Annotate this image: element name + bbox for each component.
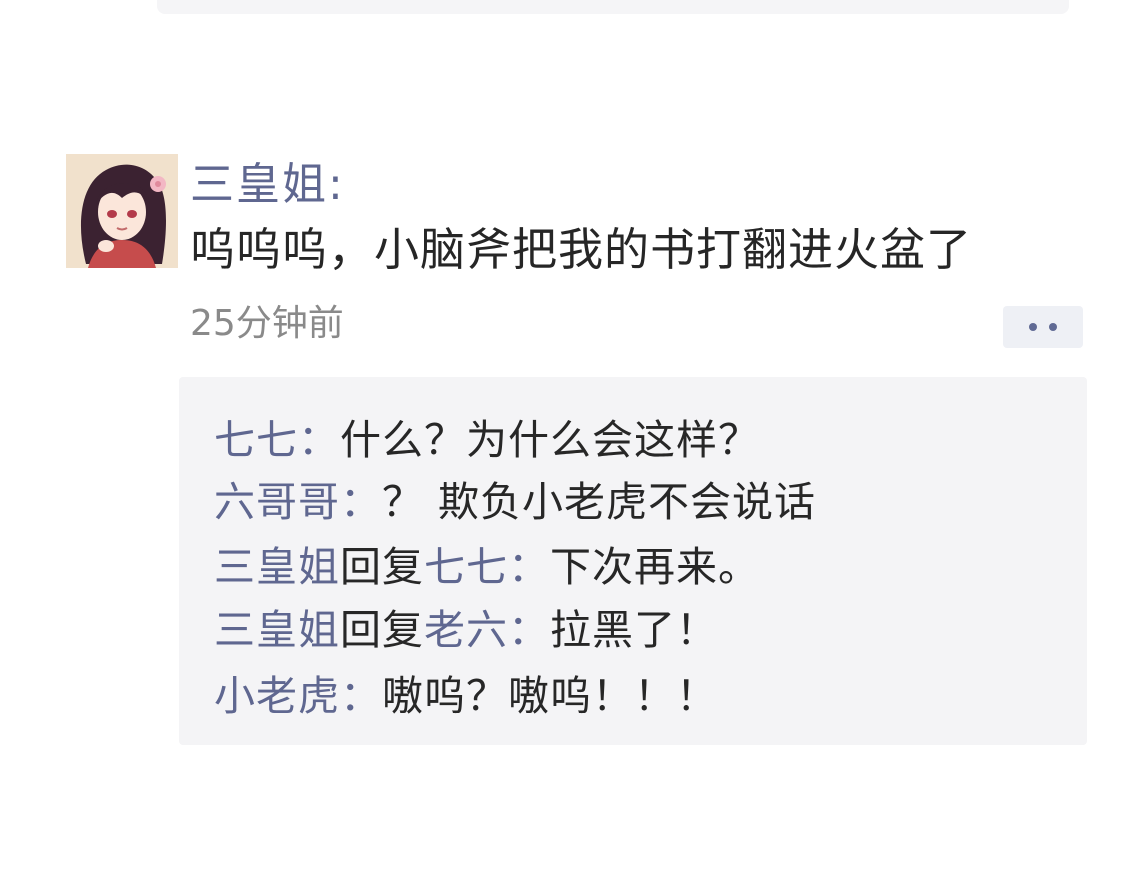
post-author-name[interactable]: 三皇姐: [190, 156, 345, 214]
comment-colon: ： [298, 416, 340, 464]
comment-text: 嗷呜？嗷呜！！！ [382, 672, 718, 720]
comment-item[interactable]: 七七：什么？为什么会这样？ [214, 414, 760, 466]
comment-item[interactable]: 小老虎：嗷呜？嗷呜！！！ [214, 670, 718, 722]
comment-author[interactable]: 三皇姐 [214, 606, 340, 654]
more-dots-icon [1029, 323, 1037, 331]
comment-colon: ： [508, 543, 550, 591]
comment-list: 七七：什么？为什么会这样？ 六哥哥：？ 欺负小老虎不会说话 三皇姐回复七七：下次… [179, 377, 1087, 745]
comment-colon: ： [508, 606, 550, 654]
more-options-button[interactable] [1003, 306, 1083, 348]
post-message: 呜呜呜，小脑斧把我的书打翻进火盆了 [190, 223, 973, 276]
anime-girl-avatar-icon [66, 154, 178, 268]
comment-item[interactable]: 六哥哥：？ 欺负小老虎不会说话 [214, 476, 816, 528]
comment-text: ？ 欺负小老虎不会说话 [382, 478, 817, 526]
comment-author[interactable]: 小老虎 [214, 672, 340, 720]
comment-text: 下次再来。 [550, 543, 760, 591]
post-timestamp: 25分钟前 [190, 303, 344, 344]
comment-colon: ： [340, 478, 382, 526]
avatar[interactable] [66, 154, 178, 268]
comment-colon: ： [340, 672, 382, 720]
more-dots-icon [1049, 323, 1057, 331]
comment-text: 拉黑了！ [550, 606, 718, 654]
comment-author[interactable]: 六哥哥 [214, 478, 340, 526]
comment-item[interactable]: 三皇姐回复老六：拉黑了！ [214, 604, 718, 656]
reply-target[interactable]: 老六 [424, 606, 508, 654]
reply-word: 回复 [340, 606, 424, 654]
previous-post-panel [157, 0, 1069, 14]
comment-author[interactable]: 三皇姐 [214, 543, 340, 591]
comment-author[interactable]: 七七 [214, 416, 298, 464]
comment-item[interactable]: 三皇姐回复七七：下次再来。 [214, 541, 760, 593]
comment-text: 什么？为什么会这样？ [340, 416, 760, 464]
reply-target[interactable]: 七七 [424, 543, 508, 591]
reply-word: 回复 [340, 543, 424, 591]
